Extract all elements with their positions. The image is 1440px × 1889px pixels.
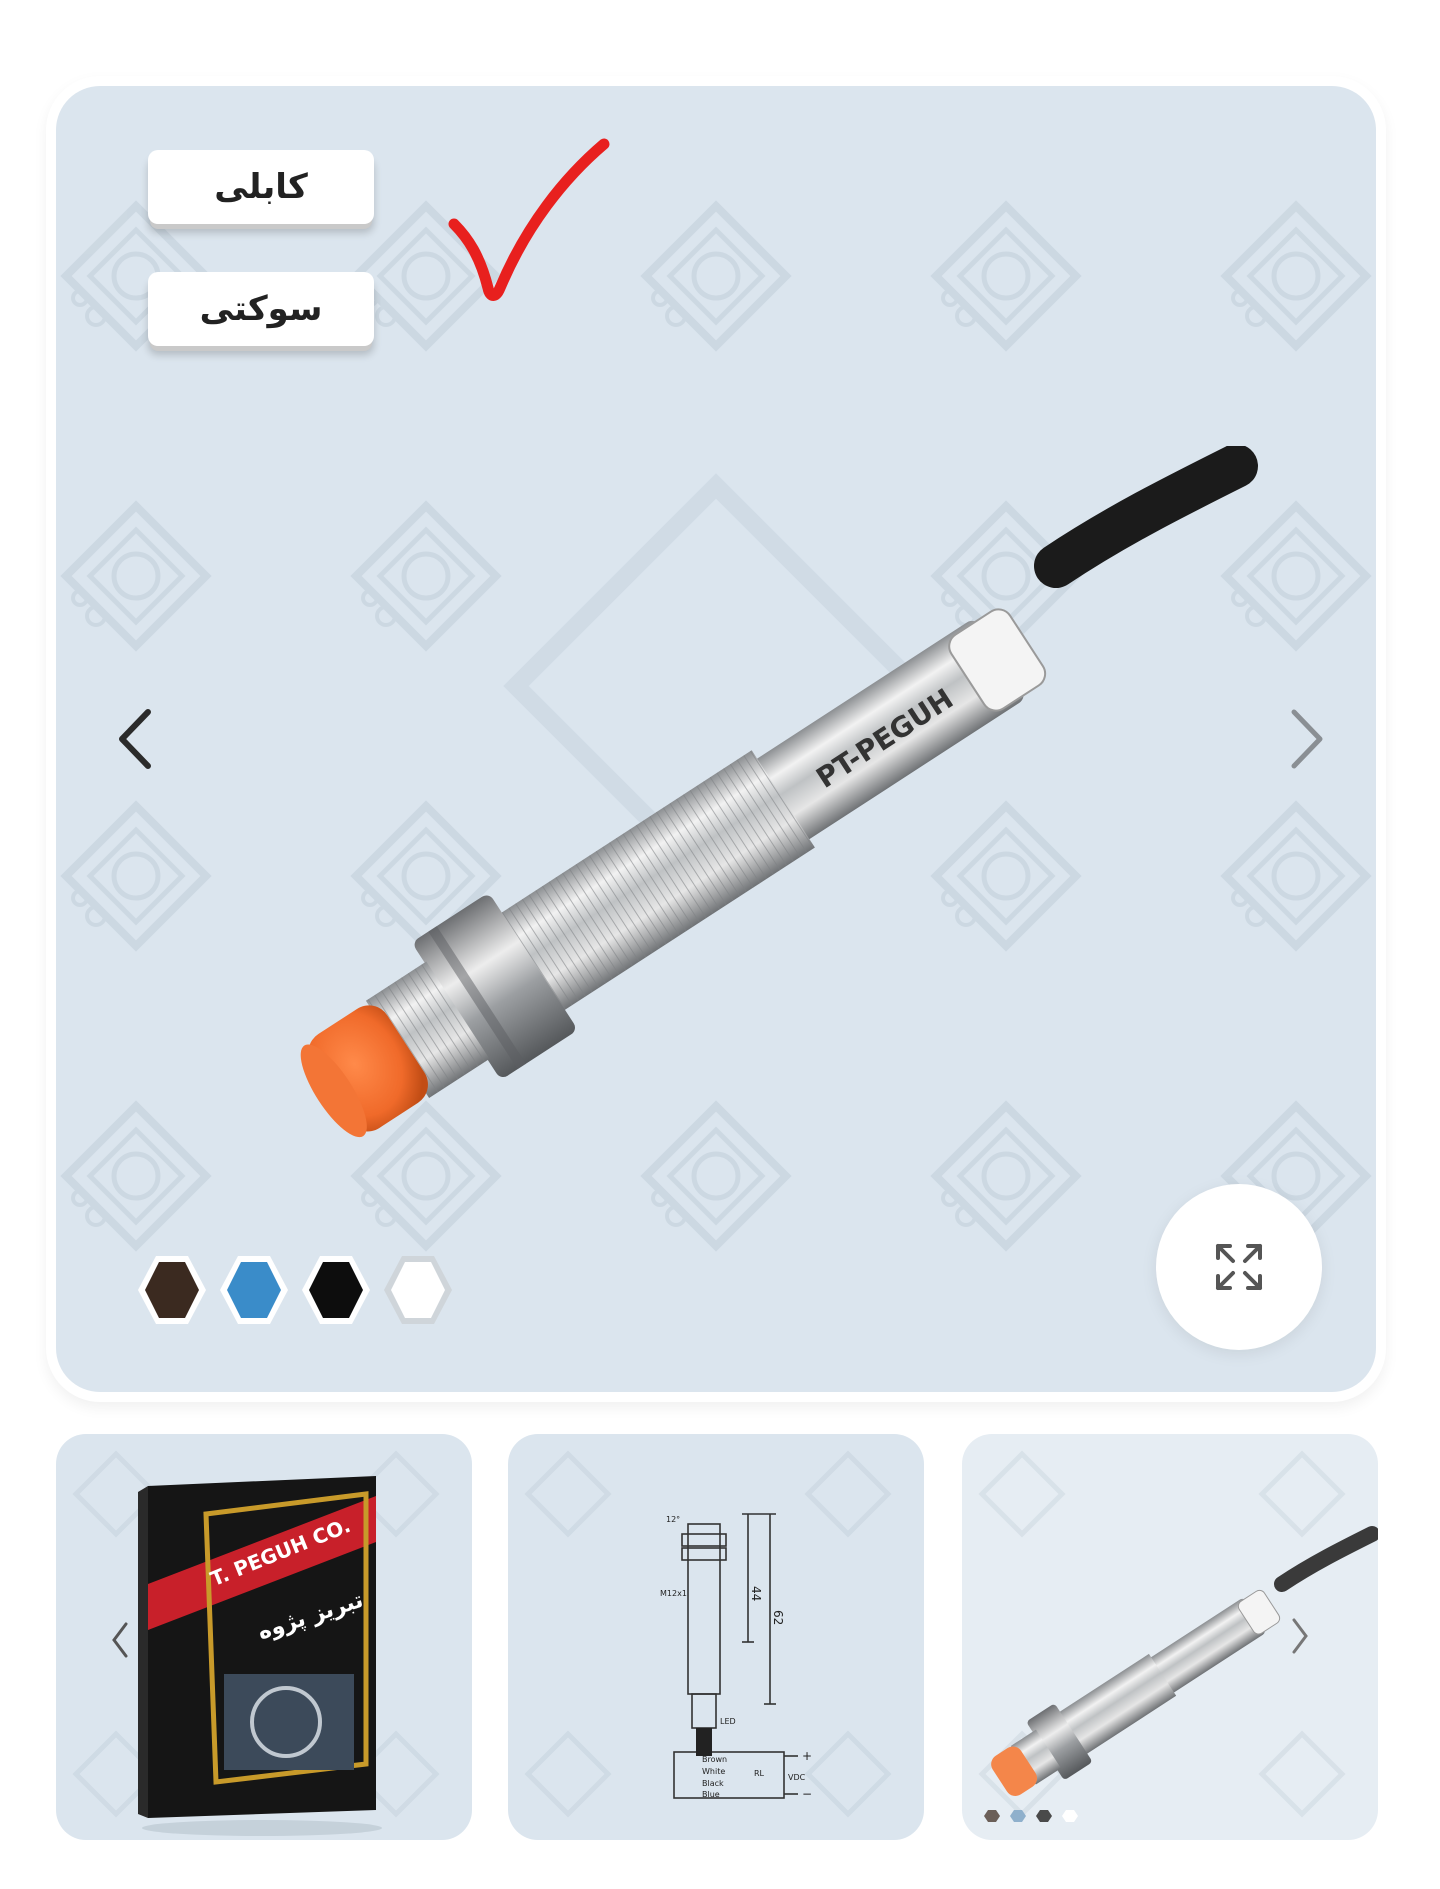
thumbnail-box[interactable]: T. PEGUH CO. تبریز پژوه bbox=[56, 1434, 472, 1840]
variant-cable-button[interactable]: کابلی bbox=[148, 150, 374, 224]
plus-label: + bbox=[802, 1749, 812, 1763]
selected-check-icon bbox=[448, 138, 610, 301]
load-label: RL bbox=[754, 1769, 765, 1778]
previous-arrow-icon[interactable] bbox=[108, 1620, 132, 1660]
wire-white: White bbox=[702, 1767, 725, 1776]
drawing-image: 44 62 M12x1 12° LED Brown White Black Bl… bbox=[660, 1513, 812, 1801]
color-swatches bbox=[138, 1256, 452, 1324]
product-image: PT-PEGUH bbox=[300, 446, 1258, 1138]
thumbnail-product[interactable] bbox=[962, 1434, 1378, 1840]
swatch-blue[interactable] bbox=[220, 1256, 288, 1324]
product-gallery-main: کابلی سوکتی PT-PEGUH bbox=[56, 86, 1376, 1392]
thread-label: M12x1 bbox=[660, 1589, 687, 1598]
swatch-white[interactable] bbox=[384, 1256, 452, 1324]
product-thumbnail-image bbox=[984, 1526, 1378, 1822]
wire-blue: Blue bbox=[702, 1790, 720, 1799]
vdc-label: VDC bbox=[788, 1773, 806, 1782]
angle-label: 12° bbox=[666, 1515, 680, 1524]
variant-socket-button[interactable]: سوکتی bbox=[148, 272, 374, 346]
wire-brown: Brown bbox=[702, 1755, 727, 1764]
dim-44-label: 44 bbox=[749, 1586, 763, 1601]
swatch-brown[interactable] bbox=[138, 1256, 206, 1324]
expand-icon bbox=[1216, 1244, 1262, 1290]
dim-62-label: 62 bbox=[771, 1610, 785, 1625]
previous-arrow-icon[interactable] bbox=[112, 704, 160, 774]
minus-label: − bbox=[802, 1787, 812, 1801]
thumbnail-drawing[interactable]: 44 62 M12x1 12° LED Brown White Black Bl… bbox=[508, 1434, 924, 1840]
fullscreen-button[interactable] bbox=[1156, 1184, 1322, 1350]
swatch-black[interactable] bbox=[302, 1256, 370, 1324]
next-arrow-icon[interactable] bbox=[1288, 1616, 1312, 1656]
led-label: LED bbox=[720, 1717, 736, 1726]
wire-black: Black bbox=[702, 1779, 724, 1788]
next-arrow-icon[interactable] bbox=[1282, 704, 1330, 774]
